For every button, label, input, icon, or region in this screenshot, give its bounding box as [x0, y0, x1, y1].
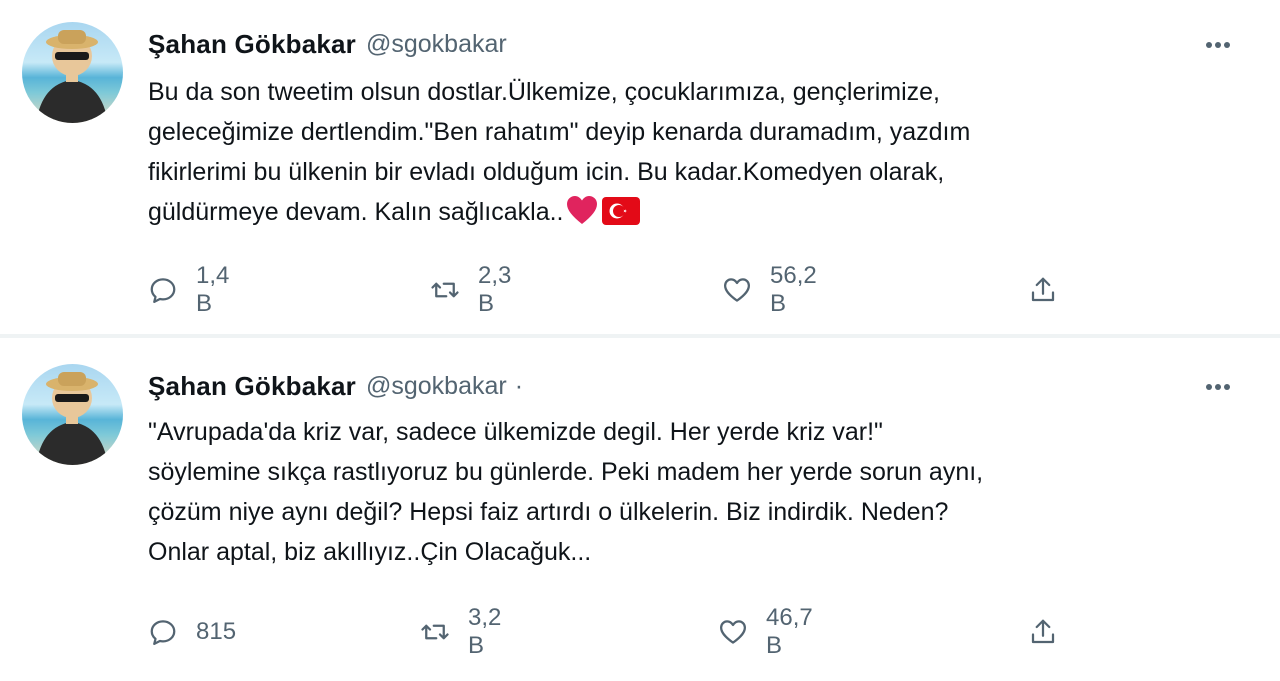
- author-name[interactable]: Şahan Gökbakar: [148, 371, 356, 402]
- retweet-count: 3,2 B: [468, 604, 502, 659]
- more-options-icon[interactable]: [1200, 30, 1236, 60]
- retweet-button[interactable]: 2,3 B: [430, 262, 511, 317]
- turkey-flag-icon: [601, 197, 640, 237]
- reply-count: 1,4 B: [196, 262, 230, 317]
- red-heart-icon: [566, 195, 598, 237]
- avatar[interactable]: [22, 22, 123, 123]
- tweet-header: Şahan Gökbakar @sgokbakar ·: [148, 366, 523, 406]
- more-options-icon[interactable]: [1200, 372, 1236, 402]
- tweet-text: Bu da son tweetim olsun dostlar.Ülkemize…: [148, 72, 1228, 237]
- share-button[interactable]: [1028, 612, 1058, 652]
- share-icon: [1028, 617, 1058, 647]
- reply-icon: [148, 617, 178, 647]
- tweet-text: "Avrupada'da kriz var, sadece ülkemizde …: [148, 418, 984, 566]
- retweet-icon: [430, 275, 460, 305]
- like-count: 56,2 B: [770, 262, 817, 317]
- like-button[interactable]: 46,7 B: [718, 604, 813, 659]
- tweet[interactable]: Şahan Gökbakar @sgokbakar Bu da son twee…: [0, 0, 1280, 334]
- reply-button[interactable]: 1,4 B: [148, 262, 229, 317]
- separator-dot: ·: [514, 371, 524, 400]
- like-icon: [718, 617, 748, 647]
- reply-icon: [148, 275, 178, 305]
- author-handle[interactable]: @sgokbakar: [366, 372, 507, 401]
- reply-count: 815: [196, 618, 237, 645]
- retweet-icon: [420, 617, 450, 647]
- share-button[interactable]: [1028, 270, 1058, 310]
- share-icon: [1028, 275, 1058, 305]
- like-count: 46,7 B: [766, 604, 813, 659]
- author-name[interactable]: Şahan Gökbakar: [148, 29, 356, 60]
- reply-button[interactable]: 815: [148, 612, 236, 652]
- like-button[interactable]: 56,2 B: [722, 262, 817, 317]
- retweet-button[interactable]: 3,2 B: [420, 604, 501, 659]
- avatar[interactable]: [22, 364, 123, 465]
- tweet-header: Şahan Gökbakar @sgokbakar: [148, 24, 507, 64]
- author-handle[interactable]: @sgokbakar: [366, 30, 507, 59]
- tweet-text-body: Bu da son tweetim olsun dostlar.Ülkemize…: [148, 78, 971, 226]
- like-icon: [722, 275, 752, 305]
- retweet-count: 2,3 B: [478, 262, 512, 317]
